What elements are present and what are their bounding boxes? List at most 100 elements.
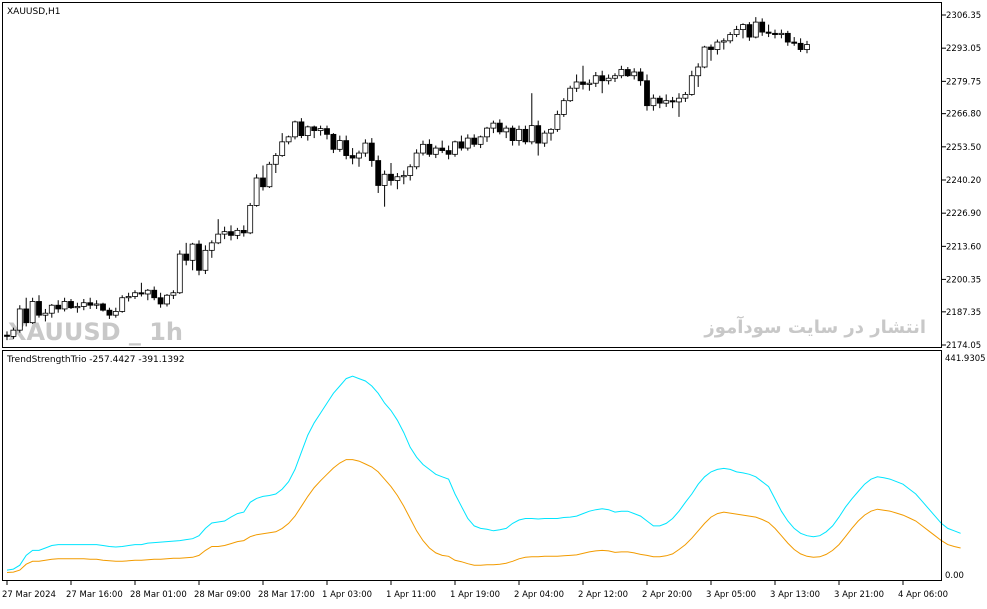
candle-body [746, 24, 753, 38]
time-tick-label: 2 Apr 04:00 [514, 590, 564, 600]
candle-body [752, 21, 759, 38]
candle-body [42, 312, 49, 316]
candle-body [714, 41, 721, 50]
candle-body [381, 173, 388, 186]
candle-body [804, 44, 810, 50]
candle-body [253, 177, 260, 206]
candle-body [234, 229, 241, 236]
candle-body [279, 141, 286, 156]
time-tick-label: 3 Apr 13:00 [770, 590, 820, 600]
indicator-tick-label: 441.9305 [945, 354, 986, 364]
candle-body [426, 143, 433, 155]
candle-body [701, 46, 708, 68]
candle-body [138, 292, 145, 295]
watermark-persian: انتشار در سایت سودآموز [703, 315, 926, 338]
chart-background [0, 0, 987, 605]
time-tick-label: 1 Apr 03:00 [322, 590, 372, 600]
candle-body [695, 66, 702, 77]
candle-body [55, 304, 62, 310]
candle-body [324, 128, 330, 135]
candle-body [368, 142, 375, 161]
candle-body [503, 127, 510, 133]
time-tick-label: 3 Apr 21:00 [834, 590, 884, 600]
candle-body [477, 136, 484, 145]
candle-body [791, 41, 798, 44]
candle-body [413, 152, 420, 168]
candle-body [100, 303, 106, 311]
candle-body [599, 75, 606, 82]
candle-body [317, 128, 324, 132]
candle-body [509, 127, 516, 141]
candle-body [144, 289, 151, 295]
candle-body [112, 311, 119, 316]
candle-body [106, 309, 113, 316]
candle-body [688, 75, 695, 95]
candle-body [420, 143, 426, 154]
candle-body [784, 32, 791, 43]
candle-body [74, 306, 81, 309]
candle-body [560, 100, 567, 115]
candle-body [567, 87, 574, 102]
price-tick-label: 2240.20 [946, 176, 981, 186]
candle-body [592, 75, 599, 84]
candle-body [708, 46, 714, 50]
chart-canvas[interactable]: XAUUSD _ 1h انتشار در سایت سودآموز 2306.… [0, 0, 987, 605]
candle-body [452, 141, 458, 155]
candle-body [29, 301, 36, 324]
candle-body [740, 24, 746, 30]
candle-body [676, 97, 682, 103]
candle-body [516, 128, 522, 141]
candle-body [343, 140, 350, 156]
candle-body [682, 94, 689, 99]
candle-body [727, 34, 734, 42]
candle-body [176, 253, 183, 294]
candle-body [189, 243, 196, 261]
candle-body [170, 292, 177, 296]
time-tick-label: 2 Apr 20:00 [642, 590, 692, 600]
chart-window[interactable]: XAUUSD _ 1h انتشار در سایت سودآموز 2306.… [0, 0, 987, 605]
time-tick-label: 3 Apr 05:00 [706, 590, 756, 600]
candle-body [4, 334, 10, 337]
candle-body [164, 294, 170, 305]
candle-body [285, 136, 292, 143]
candle-body [23, 308, 30, 324]
candle-body [215, 233, 222, 244]
candle-body [464, 137, 471, 149]
candle-body [36, 301, 42, 316]
candle-body [605, 77, 612, 82]
candle-body [151, 289, 158, 299]
candle-body [260, 177, 266, 188]
candle-body [720, 40, 727, 43]
candle-body [400, 175, 407, 178]
candle-body [48, 304, 55, 314]
price-tick-label: 2266.80 [946, 110, 981, 120]
symbol-label: XAUUSD,H1 [7, 7, 61, 17]
candle-body [304, 126, 311, 137]
candle-body [183, 253, 190, 261]
price-tick-label: 2174.05 [946, 341, 981, 351]
candle-body [202, 249, 209, 271]
candle-body [10, 329, 17, 337]
candle-body [631, 71, 638, 77]
price-tick-label: 2279.75 [946, 77, 981, 87]
candle-body [311, 126, 318, 132]
candle-body [362, 142, 369, 154]
candle-body [330, 133, 337, 150]
price-tick-label: 2293.05 [946, 44, 981, 54]
candle-body [388, 173, 394, 181]
candle-body [87, 302, 94, 306]
candle-body [458, 141, 465, 149]
candle-body [221, 231, 228, 235]
candle-body [266, 163, 273, 188]
time-tick-label: 2 Apr 12:00 [578, 590, 628, 600]
candle-body [68, 301, 74, 309]
candle-body [733, 29, 740, 35]
candle-body [650, 97, 657, 107]
candle-body [132, 292, 138, 297]
time-tick-label: 28 Mar 17:00 [258, 590, 315, 600]
candle-body [496, 122, 503, 133]
time-tick-label: 1 Apr 11:00 [386, 590, 436, 600]
price-tick-label: 2213.60 [946, 242, 981, 252]
candle-body [624, 69, 631, 77]
candle-body [618, 69, 625, 77]
